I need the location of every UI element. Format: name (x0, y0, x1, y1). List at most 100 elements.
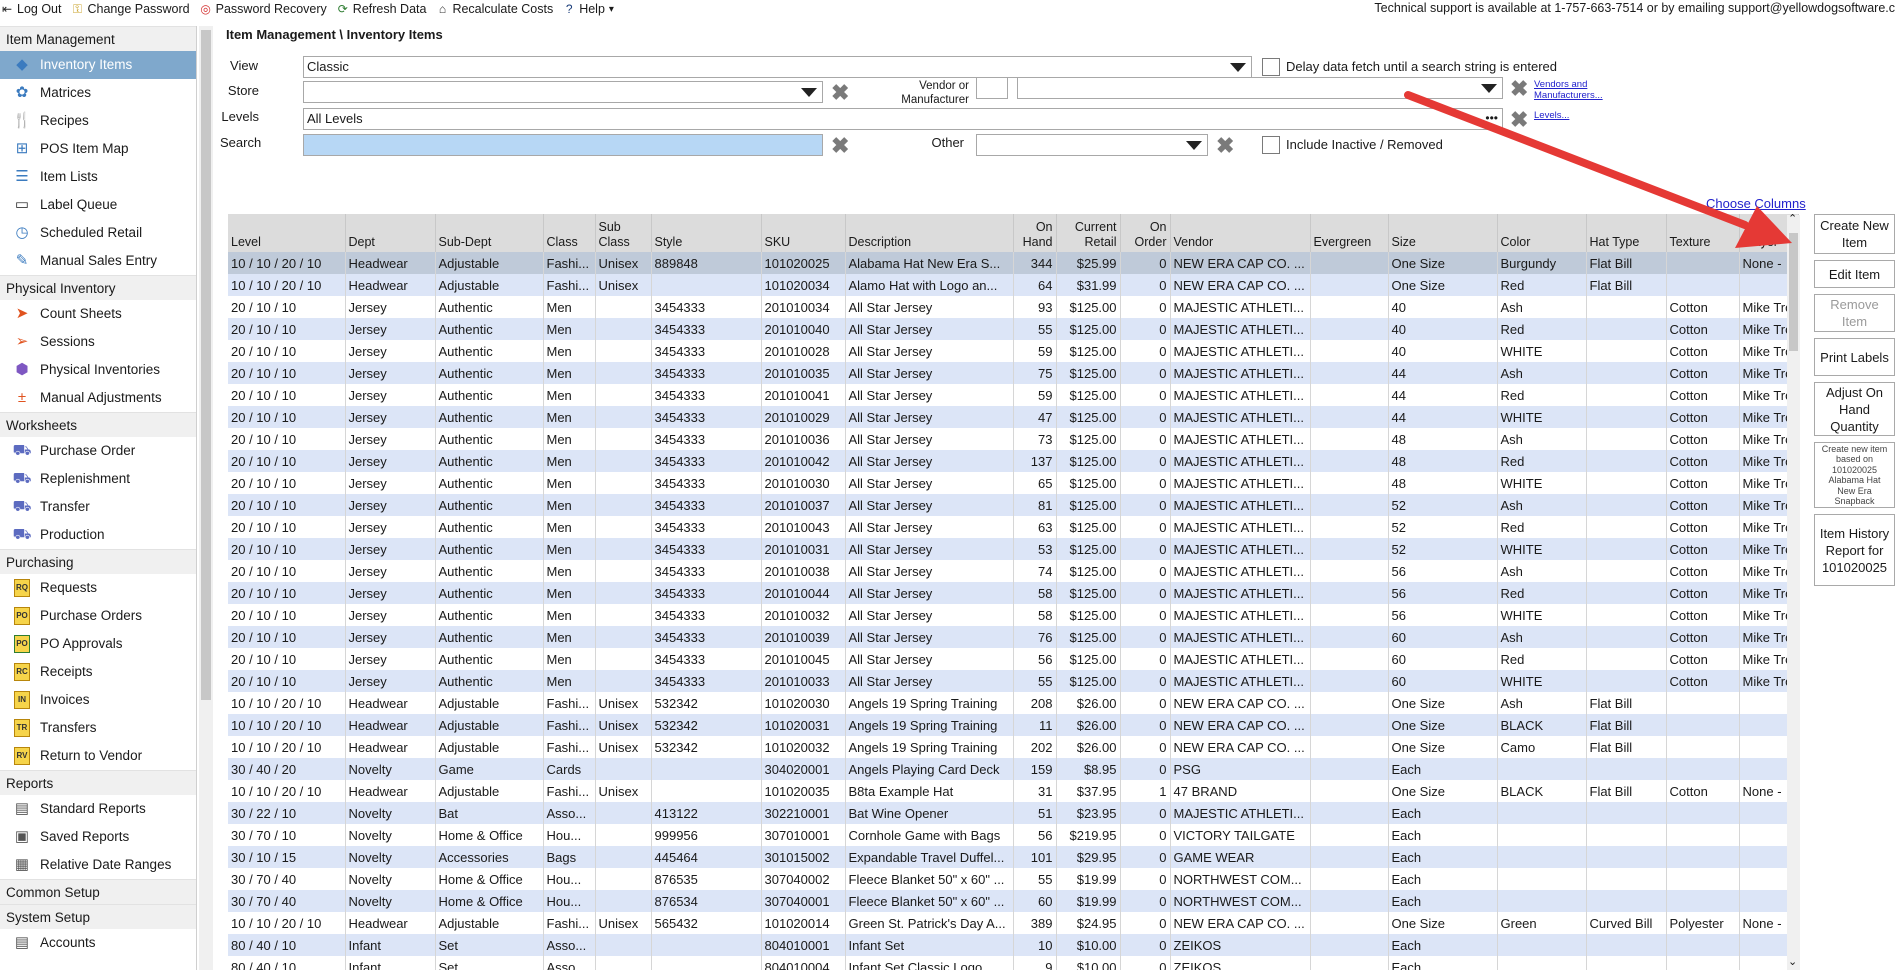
table-row[interactable]: 20 / 10 / 10 Jersey Authentic Men 3454333 201… (228, 582, 1799, 604)
table-row[interactable]: 20 / 10 / 10 Jersey Authentic Men 3454333 201… (228, 406, 1799, 428)
levels-input[interactable]: All Levels ••• (303, 108, 1503, 130)
levels-ellipsis-button[interactable]: ••• (1485, 109, 1498, 128)
column-header-level[interactable]: Level (228, 214, 346, 252)
table-row[interactable]: 10 / 10 / 20 / 10 Headwear Adjustable Fashi… (228, 736, 1799, 758)
edit-item-button[interactable]: Edit Item (1814, 260, 1895, 288)
clear-other-icon[interactable]: ✖ (1216, 135, 1234, 157)
sidebar-section-purchasing[interactable]: Purchasing (0, 549, 196, 574)
column-header-color[interactable]: Color (1497, 214, 1587, 252)
table-row[interactable]: 30 / 70 / 40 Novelty Home & Office Hou... 87… (228, 890, 1799, 912)
column-header-description[interactable]: Description (845, 214, 1014, 252)
table-row[interactable]: 30 / 70 / 40 Novelty Home & Office Hou... 87… (228, 868, 1799, 890)
sidebar-item-transfers[interactable]: TR Transfers (0, 714, 196, 742)
create-based-on-button[interactable]: Create new item based on 101020025 Alaba… (1814, 442, 1895, 508)
sidebar-item-purchase-orders[interactable]: PO Purchase Orders (0, 602, 196, 630)
table-row[interactable]: 20 / 10 / 10 Jersey Authentic Men 3454333 201… (228, 318, 1799, 340)
sidebar-item-sessions[interactable]: ➢ Sessions (0, 328, 196, 356)
sidebar-item-item-lists[interactable]: ☰ Item Lists (0, 163, 196, 191)
delay-fetch-checkbox[interactable] (1262, 58, 1280, 76)
scroll-down-icon[interactable]: ⌄ (1788, 955, 1797, 968)
sidebar-item-pos-item-map[interactable]: ⊞ POS Item Map (0, 135, 196, 163)
clear-vendor-icon[interactable]: ✖ (1510, 78, 1528, 100)
search-input[interactable] (303, 134, 823, 156)
table-row[interactable]: 10 / 10 / 20 / 10 Headwear Adjustable Fashi… (228, 714, 1799, 736)
table-row[interactable]: 20 / 10 / 10 Jersey Authentic Men 3454333 201… (228, 516, 1799, 538)
table-row[interactable]: 10 / 10 / 20 / 10 Headwear Adjustable Fashi… (228, 274, 1799, 296)
scroll-up-icon[interactable]: ⌃ (1788, 212, 1797, 225)
sidebar-scrollbar[interactable] (199, 26, 213, 970)
toolbar-recalculate-costs-button[interactable]: ⌂ Recalculate Costs (435, 2, 553, 16)
sidebar-section-physical-inventory[interactable]: Physical Inventory (0, 275, 196, 300)
table-row[interactable]: 10 / 10 / 20 / 10 Headwear Adjustable Fashi… (228, 912, 1799, 934)
table-row[interactable]: 20 / 10 / 10 Jersey Authentic Men 3454333 201… (228, 428, 1799, 450)
sidebar-item-manual-sales-entry[interactable]: ✎ Manual Sales Entry (0, 247, 196, 275)
print-labels-button[interactable]: Print Labels (1814, 338, 1895, 376)
other-select[interactable] (976, 134, 1208, 156)
toolbar-log-out-button[interactable]: ⇤ Log Out (0, 2, 62, 16)
sidebar-section-worksheets[interactable]: Worksheets (0, 412, 196, 437)
table-row[interactable]: 80 / 40 / 10 Infant Set Asso... 804010001 Inf… (228, 934, 1799, 956)
column-header-dept[interactable]: Dept (345, 214, 436, 252)
sidebar-item-scheduled-retail[interactable]: ◷ Scheduled Retail (0, 219, 196, 247)
table-row[interactable]: 20 / 10 / 10 Jersey Authentic Men 3454333 201… (228, 450, 1799, 472)
sidebar-item-count-sheets[interactable]: ➤ Count Sheets (0, 300, 196, 328)
column-header-sku[interactable]: SKU (761, 214, 846, 252)
table-row[interactable]: 20 / 10 / 10 Jersey Authentic Men 3454333 201… (228, 494, 1799, 516)
table-row[interactable]: 20 / 10 / 10 Jersey Authentic Men 3454333 201… (228, 560, 1799, 582)
sidebar-item-label-queue[interactable]: ▭ Label Queue (0, 191, 196, 219)
table-row[interactable]: 20 / 10 / 10 Jersey Authentic Men 3454333 201… (228, 384, 1799, 406)
table-row[interactable]: 20 / 10 / 10 Jersey Authentic Men 3454333 201… (228, 340, 1799, 362)
table-row[interactable]: 20 / 10 / 10 Jersey Authentic Men 3454333 201… (228, 604, 1799, 626)
toolbar-help-button[interactable]: ? Help ▾ (562, 2, 614, 16)
sidebar-item-matrices[interactable]: ✿ Matrices (0, 79, 196, 107)
clear-store-icon[interactable]: ✖ (831, 82, 849, 104)
sidebar-item-transfer[interactable]: ⛟ Transfer (0, 493, 196, 521)
choose-columns-link[interactable]: Choose Columns (1706, 196, 1806, 211)
view-select[interactable]: Classic (303, 56, 1252, 78)
sidebar-item-requests[interactable]: RQ Requests (0, 574, 196, 602)
sidebar-item-standard-reports[interactable]: ▤ Standard Reports (0, 795, 196, 823)
create-new-item-button[interactable]: Create New Item (1814, 214, 1895, 254)
item-history-report-button[interactable]: Item History Report for 101020025 (1814, 514, 1895, 586)
table-row[interactable]: 30 / 10 / 15 Novelty Accessories Bags 445464… (228, 846, 1799, 868)
column-header-sub-class[interactable]: Sub Class (595, 214, 652, 252)
sidebar-item-receipts[interactable]: RC Receipts (0, 658, 196, 686)
column-header-class[interactable]: Class (543, 214, 596, 252)
sidebar-item-relative-date-ranges[interactable]: ▦ Relative Date Ranges (0, 851, 196, 879)
column-header-sub-dept[interactable]: Sub-Dept (435, 214, 544, 252)
table-row[interactable]: 20 / 10 / 10 Jersey Authentic Men 3454333 201… (228, 296, 1799, 318)
vendor-select[interactable] (1017, 77, 1503, 99)
table-row[interactable]: 30 / 22 / 10 Novelty Bat Asso... 413122 30221… (228, 802, 1799, 824)
sidebar-section-common-setup[interactable]: Common Setup (0, 879, 196, 904)
include-inactive-checkbox[interactable] (1262, 136, 1280, 154)
sidebar-scrollbar-thumb[interactable] (201, 30, 211, 700)
column-header-style[interactable]: Style (651, 214, 762, 252)
table-row[interactable]: 10 / 10 / 20 / 10 Headwear Adjustable Fashi… (228, 252, 1799, 274)
sidebar-item-replenishment[interactable]: ⛟ Replenishment (0, 465, 196, 493)
table-row[interactable]: 80 / 40 / 10 Infant Set Asso... 804010004 Inf… (228, 956, 1799, 970)
sidebar-item-recipes[interactable]: 🍴 Recipes (0, 107, 196, 135)
toolbar-change-password-button[interactable]: ⚿ Change Password (70, 2, 190, 16)
adjust-on-hand-button[interactable]: Adjust On Hand Quantity (1814, 382, 1895, 436)
remove-item-button[interactable]: Remove Item (1814, 294, 1895, 332)
table-row[interactable]: 10 / 10 / 20 / 10 Headwear Adjustable Fashi… (228, 692, 1799, 714)
column-header-on-order[interactable]: On Order (1120, 214, 1171, 252)
table-row[interactable]: 10 / 10 / 20 / 10 Headwear Adjustable Fashi… (228, 780, 1799, 802)
sidebar-section-item-management[interactable]: Item Management (0, 26, 196, 51)
sidebar-item-po-approvals[interactable]: PO PO Approvals (0, 630, 196, 658)
sidebar-item-invoices[interactable]: IN Invoices (0, 686, 196, 714)
sidebar-section-reports[interactable]: Reports (0, 770, 196, 795)
toolbar-password-recovery-button[interactable]: ◎ Password Recovery (199, 2, 326, 16)
column-header-size[interactable]: Size (1388, 214, 1498, 252)
sidebar-item-accounts[interactable]: ▤ Accounts (0, 929, 196, 957)
sidebar-item-purchase-order[interactable]: ⛟ Purchase Order (0, 437, 196, 465)
table-row[interactable]: 20 / 10 / 10 Jersey Authentic Men 3454333 201… (228, 538, 1799, 560)
table-row[interactable]: 20 / 10 / 10 Jersey Authentic Men 3454333 201… (228, 648, 1799, 670)
column-header-texture[interactable]: Texture (1666, 214, 1740, 252)
column-header-current-retail[interactable]: Current Retail (1056, 214, 1121, 252)
clear-levels-icon[interactable]: ✖ (1510, 109, 1528, 131)
sidebar-section-system-setup[interactable]: System Setup (0, 904, 196, 929)
sidebar-item-saved-reports[interactable]: ▣ Saved Reports (0, 823, 196, 851)
table-row[interactable]: 20 / 10 / 10 Jersey Authentic Men 3454333 201… (228, 362, 1799, 384)
table-row[interactable]: 20 / 10 / 10 Jersey Authentic Men 3454333 201… (228, 670, 1799, 692)
